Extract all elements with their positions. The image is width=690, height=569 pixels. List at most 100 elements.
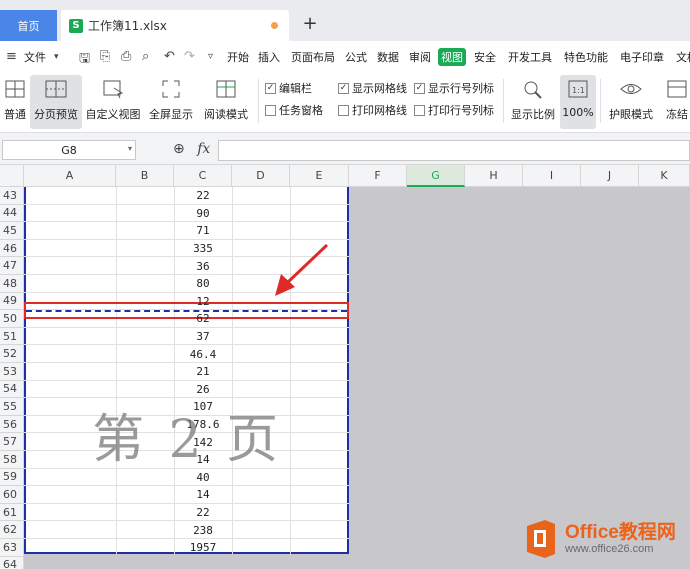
cell-c63[interactable]: 1957 <box>174 539 232 557</box>
column-header-g[interactable]: G <box>407 165 465 187</box>
redo-icon[interactable]: ↷ <box>184 49 195 64</box>
cell-c52[interactable]: 46.4 <box>174 345 232 363</box>
menu-review[interactable]: 审阅 <box>409 49 431 65</box>
reading-mode-icon <box>214 78 238 100</box>
row-header-60[interactable]: 60 <box>0 486 24 504</box>
cell-c51[interactable]: 37 <box>174 328 232 346</box>
full-screen-button[interactable]: 全屏显示 <box>148 75 194 129</box>
select-all-corner[interactable] <box>0 165 24 187</box>
new-tab-button[interactable]: + <box>300 13 320 34</box>
zoom-100-button[interactable]: 1:1 100% <box>560 75 596 129</box>
menu-view[interactable]: 视图 <box>438 48 466 66</box>
row-header-51[interactable]: 51 <box>0 327 24 346</box>
formula-tools: ⊕ fx <box>173 141 210 157</box>
chevron-down-icon[interactable]: ▾ <box>54 52 59 62</box>
show-gridlines-checkbox[interactable]: ✓ 显示网格线 <box>338 80 407 96</box>
cell-c54[interactable]: 26 <box>174 381 232 399</box>
cell-c48[interactable]: 80 <box>174 275 232 293</box>
menu-security[interactable]: 安全 <box>474 49 496 65</box>
menu-data[interactable]: 数据 <box>377 49 399 65</box>
menu-developer[interactable]: 开发工具 <box>508 49 552 65</box>
cell-c60[interactable]: 14 <box>174 486 232 504</box>
row-header-53[interactable]: 53 <box>0 363 24 381</box>
menu-doc[interactable]: 文档 <box>676 49 690 65</box>
row-header-61[interactable]: 61 <box>0 503 24 522</box>
cell-c47[interactable]: 36 <box>174 257 232 275</box>
row-header-46[interactable]: 46 <box>0 239 24 258</box>
fx-icon[interactable]: fx <box>197 141 210 157</box>
column-header-f[interactable]: F <box>349 165 407 187</box>
column-header-b[interactable]: B <box>116 165 174 187</box>
tab-home[interactable]: 首页 <box>0 10 57 41</box>
column-header-i[interactable]: I <box>523 165 581 187</box>
row-header-49[interactable]: 49 <box>0 292 24 311</box>
print-icon[interactable]: ⎙ <box>121 49 131 64</box>
eye-protect-button[interactable]: 护眼模式 <box>606 75 656 129</box>
row-header-62[interactable]: 62 <box>0 521 24 539</box>
row-header-63[interactable]: 63 <box>0 539 24 557</box>
cell-c53[interactable]: 21 <box>174 363 232 381</box>
zoom-ratio-button[interactable]: 显示比例 <box>510 75 556 129</box>
checkmark-icon: ✓ <box>414 82 425 94</box>
print-gridlines-checkbox[interactable]: 打印网格线 <box>338 102 407 118</box>
reading-mode-button[interactable]: 阅读模式 <box>200 75 252 129</box>
name-box[interactable]: G8 ▾ <box>2 140 136 160</box>
column-header-j[interactable]: J <box>581 165 639 187</box>
cell-c61[interactable]: 22 <box>174 504 232 522</box>
freeze-panes-button[interactable]: 冻结 <box>664 75 690 129</box>
row-header-52[interactable]: 52 <box>0 345 24 363</box>
row-header-56[interactable]: 56 <box>0 415 24 434</box>
task-pane-checkbox[interactable]: 任务窗格 <box>265 102 323 118</box>
row-header-54[interactable]: 54 <box>0 380 24 399</box>
column-header-c[interactable]: C <box>174 165 232 187</box>
page-break-preview-button[interactable]: 分页预览 <box>30 75 82 129</box>
custom-view-button[interactable]: 自定义视图 <box>85 75 141 129</box>
cell-c43[interactable]: 22 <box>174 187 232 205</box>
formula-input[interactable] <box>218 140 690 161</box>
actual-size-icon: 1:1 <box>566 78 590 100</box>
row-header-45[interactable]: 45 <box>0 222 24 240</box>
show-headings-checkbox[interactable]: ✓ 显示行号列标 <box>414 80 494 96</box>
undo-icon[interactable]: ↶ <box>164 49 175 64</box>
row-header-44[interactable]: 44 <box>0 204 24 223</box>
cell-c49[interactable]: 12 <box>174 293 232 311</box>
zoom-search-icon[interactable]: ⊕ <box>173 141 185 157</box>
menu-features[interactable]: 特色功能 <box>564 49 608 65</box>
menu-e-seal[interactable]: 电子印章 <box>620 49 664 65</box>
hamburger-icon[interactable]: ≡ <box>6 49 17 64</box>
row-header-55[interactable]: 55 <box>0 398 24 416</box>
column-header-h[interactable]: H <box>465 165 523 187</box>
row-header-59[interactable]: 59 <box>0 468 24 487</box>
row-header-47[interactable]: 47 <box>0 257 24 275</box>
menu-start[interactable]: 开始 <box>227 49 249 65</box>
row-header-50[interactable]: 50 <box>0 310 24 328</box>
more-dropdown-icon[interactable]: ▿ <box>208 51 213 62</box>
cell-c45[interactable]: 71 <box>174 222 232 240</box>
column-header-e[interactable]: E <box>290 165 349 187</box>
print-preview-icon[interactable]: ⌕ <box>142 49 149 64</box>
cell-c50[interactable]: 62 <box>174 310 232 328</box>
column-header-a[interactable]: A <box>24 165 116 187</box>
logo-title: Office教程网 <box>565 521 676 543</box>
export-icon[interactable]: ⎘ <box>100 49 110 64</box>
save-icon[interactable]: 🖫 <box>79 49 90 71</box>
menu-page-layout[interactable]: 页面布局 <box>291 49 335 65</box>
column-header-d[interactable]: D <box>232 165 290 187</box>
row-header-43[interactable]: 43 <box>0 187 24 205</box>
cell-c44[interactable]: 90 <box>174 205 232 223</box>
chevron-down-icon[interactable]: ▾ <box>128 144 132 153</box>
row-header-48[interactable]: 48 <box>0 275 24 293</box>
column-header-k[interactable]: K <box>639 165 690 187</box>
print-headings-checkbox[interactable]: 打印行号列标 <box>414 102 494 118</box>
menu-insert[interactable]: 插入 <box>258 49 280 65</box>
cell-c62[interactable]: 238 <box>174 521 232 539</box>
menu-file[interactable]: 文件 <box>24 49 46 65</box>
tab-workbook[interactable]: S 工作簿11.xlsx <box>61 10 289 41</box>
menu-formula[interactable]: 公式 <box>345 49 367 65</box>
row-header-57[interactable]: 57 <box>0 433 24 451</box>
row-header-58[interactable]: 58 <box>0 451 24 469</box>
normal-view-button[interactable]: 普通 <box>2 75 28 129</box>
row-header-64[interactable]: 64 <box>0 556 24 569</box>
show-formula-bar-checkbox[interactable]: ✓ 编辑栏 <box>265 80 312 96</box>
cell-c46[interactable]: 335 <box>174 240 232 258</box>
